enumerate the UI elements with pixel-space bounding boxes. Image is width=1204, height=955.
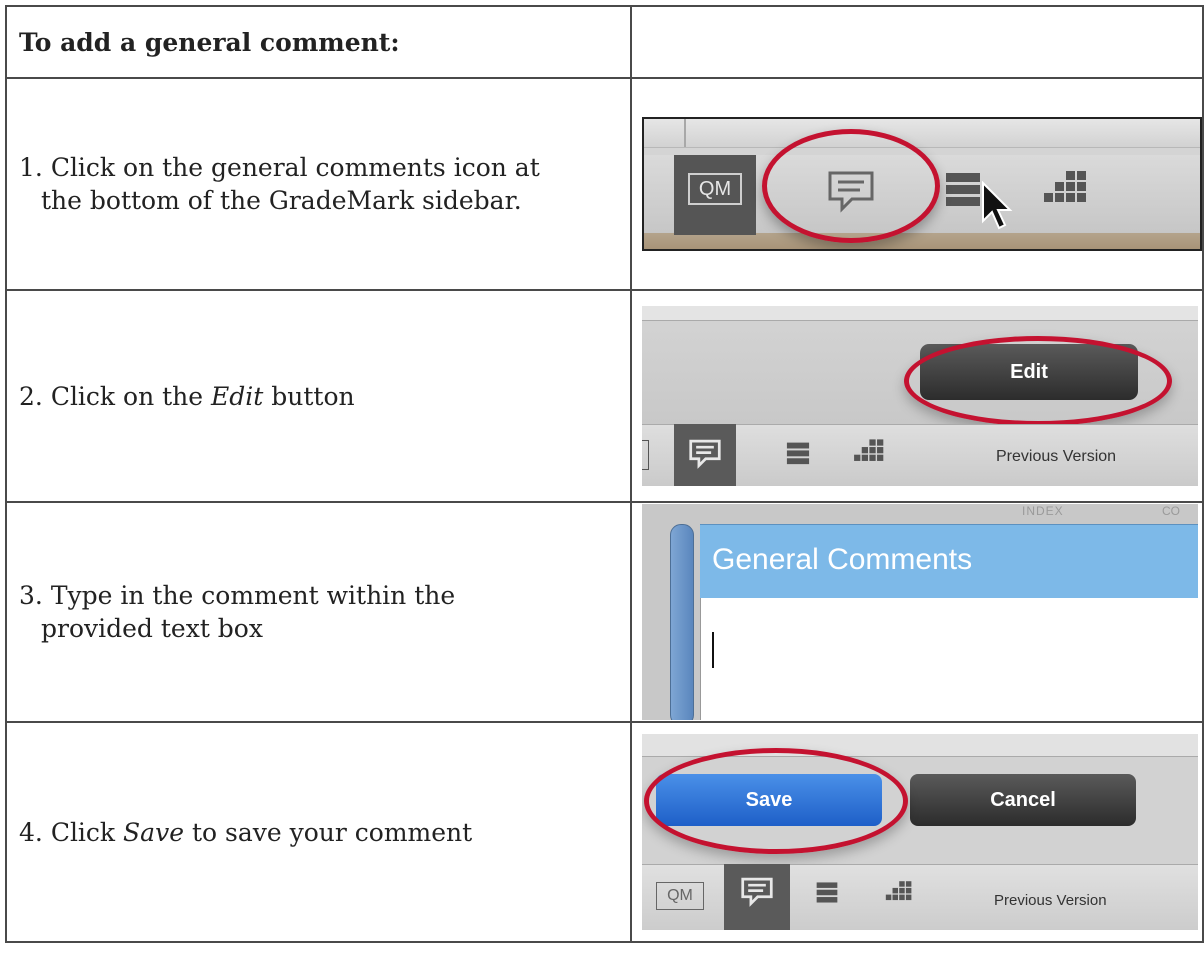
step-4-pre: Click [50,817,116,847]
scrollbar[interactable] [670,524,694,720]
grid-icon[interactable] [1042,169,1086,220]
step-3-line-a: Type in the comment within the [50,581,456,610]
text-caret [712,632,714,668]
step-4-text: 4. Click Save to save your comment [5,721,632,943]
step-1-line-a: Click on the general comments icon at [50,153,540,182]
step-4-emphasis: Save [123,817,184,847]
highlight-ring [762,129,940,243]
step-1-number: 1. [19,153,43,182]
highlight-ring [904,336,1172,426]
comment-icon[interactable] [688,438,722,475]
step-1-image-cell: QM [630,77,1204,291]
cancel-button[interactable]: Cancel [910,774,1136,826]
step-3-text: 3. Type in the comment within the provid… [5,501,632,723]
step-2-image-cell: Edit Previous Version [630,289,1204,503]
list-icon[interactable] [944,169,982,220]
cursor-icon [980,180,1014,236]
step-1-text: 1. Click on the general comments icon at… [5,77,632,291]
step-4-image-cell: Save Cancel QM Previous Version [630,721,1204,943]
list-icon[interactable] [784,440,812,475]
step-3-image-cell: INDEX CO General Comments [630,501,1204,723]
screenshot-sidebar-toolbar: QM [642,117,1202,251]
grid-icon[interactable] [884,880,912,913]
step-3-number: 3. [19,581,43,610]
step-2-number: 2. [19,381,43,411]
step-2-text: 2. Click on the Edit button [5,289,632,503]
quickmark-button[interactable]: QM [688,173,742,205]
grid-icon[interactable] [852,438,884,475]
comment-text-box[interactable] [700,598,1198,720]
desk-strip [644,233,1200,249]
faded-tab-label: INDEX [1022,504,1064,518]
title-empty-cell [630,5,1204,79]
step-2-emphasis: Edit [211,381,264,411]
step-4-post: to save your comment [191,817,473,847]
general-comments-header: General Comments [700,524,1198,599]
step-2-pre: Click on the [50,381,204,411]
step-2-post: button [271,381,355,411]
quickmark-button[interactable]: QM [656,882,704,910]
top-strip [644,119,1200,148]
step-4-number: 4. [19,817,43,847]
previous-version-link[interactable]: Previous Version [996,448,1116,466]
faded-tab-label-2: CO [1162,504,1180,518]
table-title: To add a general comment: [5,5,632,79]
comment-icon[interactable] [740,876,774,913]
previous-version-link[interactable]: Previous Version [994,892,1107,909]
screenshot-save-cancel: Save Cancel QM Previous Version [642,734,1198,930]
step-3-line-b: provided text box [41,614,263,643]
screenshot-edit-button: Edit Previous Version [642,306,1198,486]
list-icon[interactable] [814,880,840,913]
highlight-ring [644,748,908,854]
instruction-table: To add a general comment: 1. Click on th… [5,5,1204,943]
step-1-line-b: the bottom of the GradeMark sidebar. [41,186,522,215]
general-comments-title: General Comments [712,543,973,576]
screenshot-general-comments: INDEX CO General Comments [642,504,1198,720]
